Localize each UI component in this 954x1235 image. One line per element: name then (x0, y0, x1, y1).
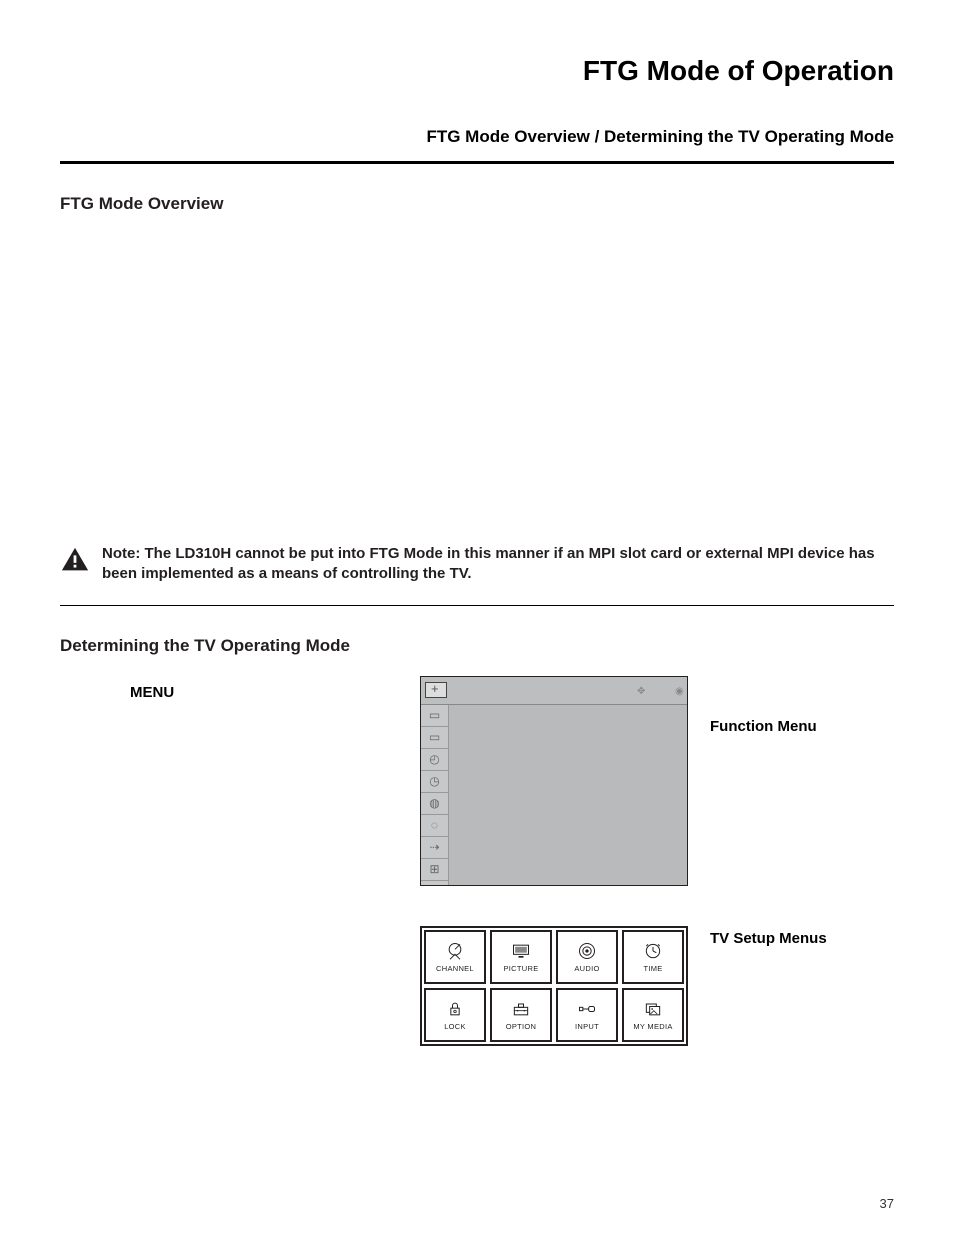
enter-icon: ◉ (675, 686, 683, 694)
setup-cell-audio: AUDIO (556, 930, 618, 984)
speaker-icon (574, 940, 600, 962)
input-icon (574, 998, 600, 1020)
antenna-icon (442, 940, 468, 962)
tv-setup-menus-screenshot: CHANNEL PICTURE AUDIO (420, 926, 688, 1046)
note-text: Note: The LD310H cannot be put into FTG … (102, 544, 894, 585)
setup-cell-label: CHANNEL (436, 964, 474, 973)
setup-cell-label: AUDIO (574, 964, 599, 973)
function-menu-sidebar: ▭ ▭ ◴ ◷ ◍ ◌ ⇢ ⊞ (421, 705, 449, 885)
setup-cell-option: OPTION (490, 988, 552, 1042)
sidebar-icon: ⇢ (421, 837, 448, 859)
setup-cell-lock: LOCK (424, 988, 486, 1042)
setup-cell-picture: PICTURE (490, 930, 552, 984)
sidebar-icon: ◴ (421, 749, 448, 771)
tv-setup-menus-label: TV Setup Menus (710, 930, 860, 947)
function-menu-screenshot: ✥ ◉ ▭ ▭ ◴ ◷ ◍ ◌ ⇢ ⊞ (420, 676, 688, 886)
function-menu-label: Function Menu (710, 718, 860, 735)
sub-title: FTG Mode Overview / Determining the TV O… (60, 127, 894, 147)
setup-cell-label: LOCK (444, 1022, 466, 1031)
sidebar-icon: ◍ (421, 793, 448, 815)
menu-label: MENU (60, 676, 420, 701)
sidebar-icon: ⊞ (421, 859, 448, 881)
page-number: 37 (880, 1196, 894, 1211)
setup-cell-mymedia: MY MEDIA (622, 988, 684, 1042)
page-title: FTG Mode of Operation (60, 55, 894, 87)
setup-cell-label: TIME (643, 964, 662, 973)
note-block: Note: The LD310H cannot be put into FTG … (60, 544, 894, 585)
ratio-icon (425, 682, 447, 698)
sidebar-icon: ▭ (421, 705, 448, 727)
section-heading-2: Determining the TV Operating Mode (60, 636, 894, 656)
setup-cell-time: TIME (622, 930, 684, 984)
lock-icon (442, 998, 468, 1020)
setup-cell-channel: CHANNEL (424, 930, 486, 984)
toolbox-icon (508, 998, 534, 1020)
move-icon: ✥ (637, 686, 645, 694)
setup-cell-label: OPTION (506, 1022, 537, 1031)
setup-cell-label: PICTURE (503, 964, 538, 973)
warning-icon (60, 546, 90, 572)
setup-cell-label: INPUT (575, 1022, 599, 1031)
sidebar-icon: ◌ (421, 815, 448, 837)
setup-cell-input: INPUT (556, 988, 618, 1042)
monitor-icon (508, 940, 534, 962)
divider-thin (60, 605, 894, 606)
media-icon (640, 998, 666, 1020)
clock-icon (640, 940, 666, 962)
sidebar-icon: ◷ (421, 771, 448, 793)
section-heading-1: FTG Mode Overview (60, 194, 894, 214)
divider-thick (60, 161, 894, 164)
sidebar-icon: ▭ (421, 727, 448, 749)
setup-cell-label: MY MEDIA (633, 1022, 672, 1031)
